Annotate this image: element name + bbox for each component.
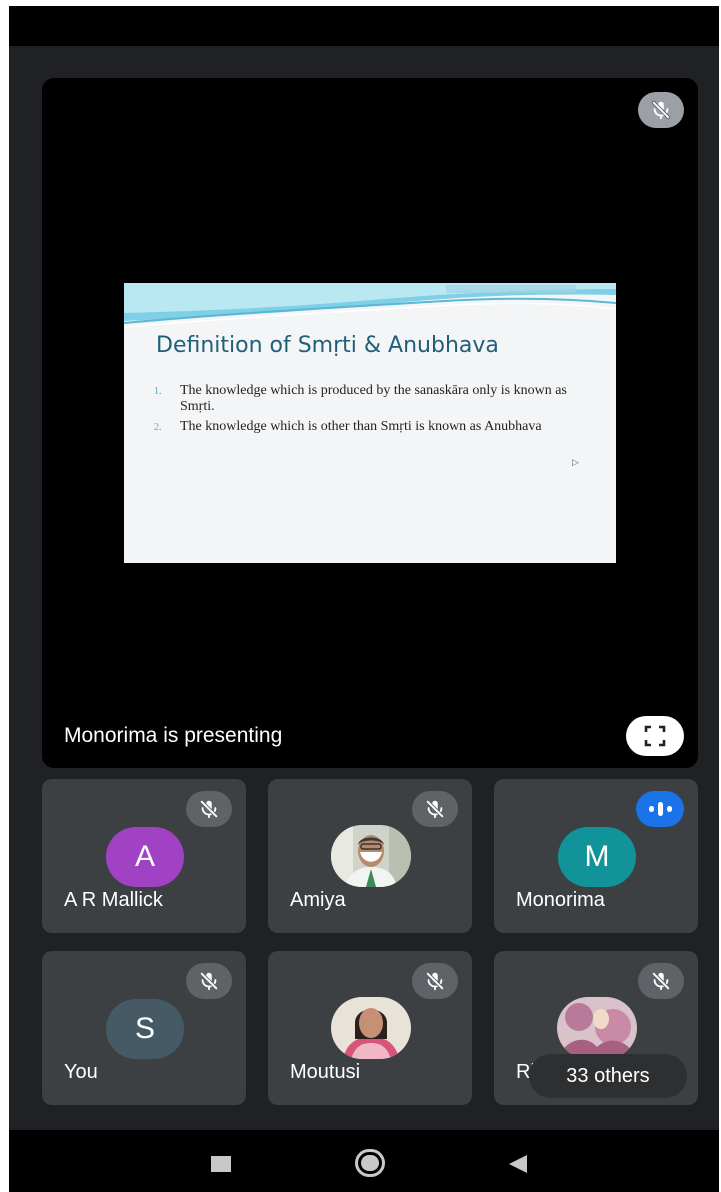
status-bar xyxy=(9,6,719,46)
recents-icon[interactable] xyxy=(211,1156,231,1172)
home-icon[interactable] xyxy=(355,1149,385,1177)
avatar: M xyxy=(558,827,636,887)
mic-off-icon xyxy=(412,963,458,999)
slide-bullet-text: The knowledge which is produced by the s… xyxy=(180,383,567,414)
navigation-bar xyxy=(9,1130,719,1192)
slide-bullet-number: 1. xyxy=(154,386,162,397)
avatar-photo xyxy=(331,997,411,1059)
shared-slide: Definition of Smṛti & Anubhava 1. The kn… xyxy=(124,283,616,563)
participant-tile[interactable]: Amiya xyxy=(268,779,472,933)
mic-off-icon xyxy=(186,963,232,999)
presentation-tile[interactable]: Definition of Smṛti & Anubhava 1. The kn… xyxy=(42,78,698,768)
slide-bullet-item: 1. The knowledge which is produced by th… xyxy=(154,383,584,415)
fullscreen-button[interactable] xyxy=(626,716,684,756)
participant-tile[interactable]: A A R Mallick xyxy=(42,779,246,933)
slide-bullet-number: 2. xyxy=(154,422,162,433)
others-chip[interactable]: 33 others xyxy=(529,1054,687,1098)
presenter-mic-off-icon xyxy=(638,92,684,128)
back-icon[interactable] xyxy=(509,1155,527,1173)
presenting-label: Monorima is presenting xyxy=(64,724,283,747)
slide-bullet-item: 2. The knowledge which is other than Smṛ… xyxy=(154,419,584,435)
avatar: S xyxy=(106,999,184,1059)
slide-bullet-text: The knowledge which is other than Smṛti … xyxy=(180,419,542,434)
mic-off-icon xyxy=(186,791,232,827)
pointer-cursor-icon: ▷ xyxy=(572,457,579,467)
participant-name: A R Mallick xyxy=(64,889,163,911)
participant-name: Moutusi xyxy=(290,1061,361,1083)
participant-name: You xyxy=(64,1061,98,1083)
mic-off-icon xyxy=(412,791,458,827)
mic-off-icon xyxy=(638,963,684,999)
participant-tile[interactable]: M Monorima xyxy=(494,779,698,933)
avatar-photo xyxy=(331,825,411,887)
fullscreen-icon xyxy=(644,725,666,747)
slide-header-wave xyxy=(124,283,616,329)
slide-title: Definition of Smṛti & Anubhava xyxy=(156,333,499,358)
phone-screen: Definition of Smṛti & Anubhava 1. The kn… xyxy=(9,6,719,1192)
avatar: A xyxy=(106,827,184,887)
participant-name: Monorima xyxy=(516,889,605,911)
speaking-indicator-icon xyxy=(636,791,684,827)
participant-tile[interactable]: Moutusi xyxy=(268,951,472,1105)
participant-name: Amiya xyxy=(290,889,346,911)
slide-bullet-list: 1. The knowledge which is produced by th… xyxy=(154,383,584,439)
participant-tile[interactable]: S You xyxy=(42,951,246,1105)
avatar-photo xyxy=(557,997,637,1059)
